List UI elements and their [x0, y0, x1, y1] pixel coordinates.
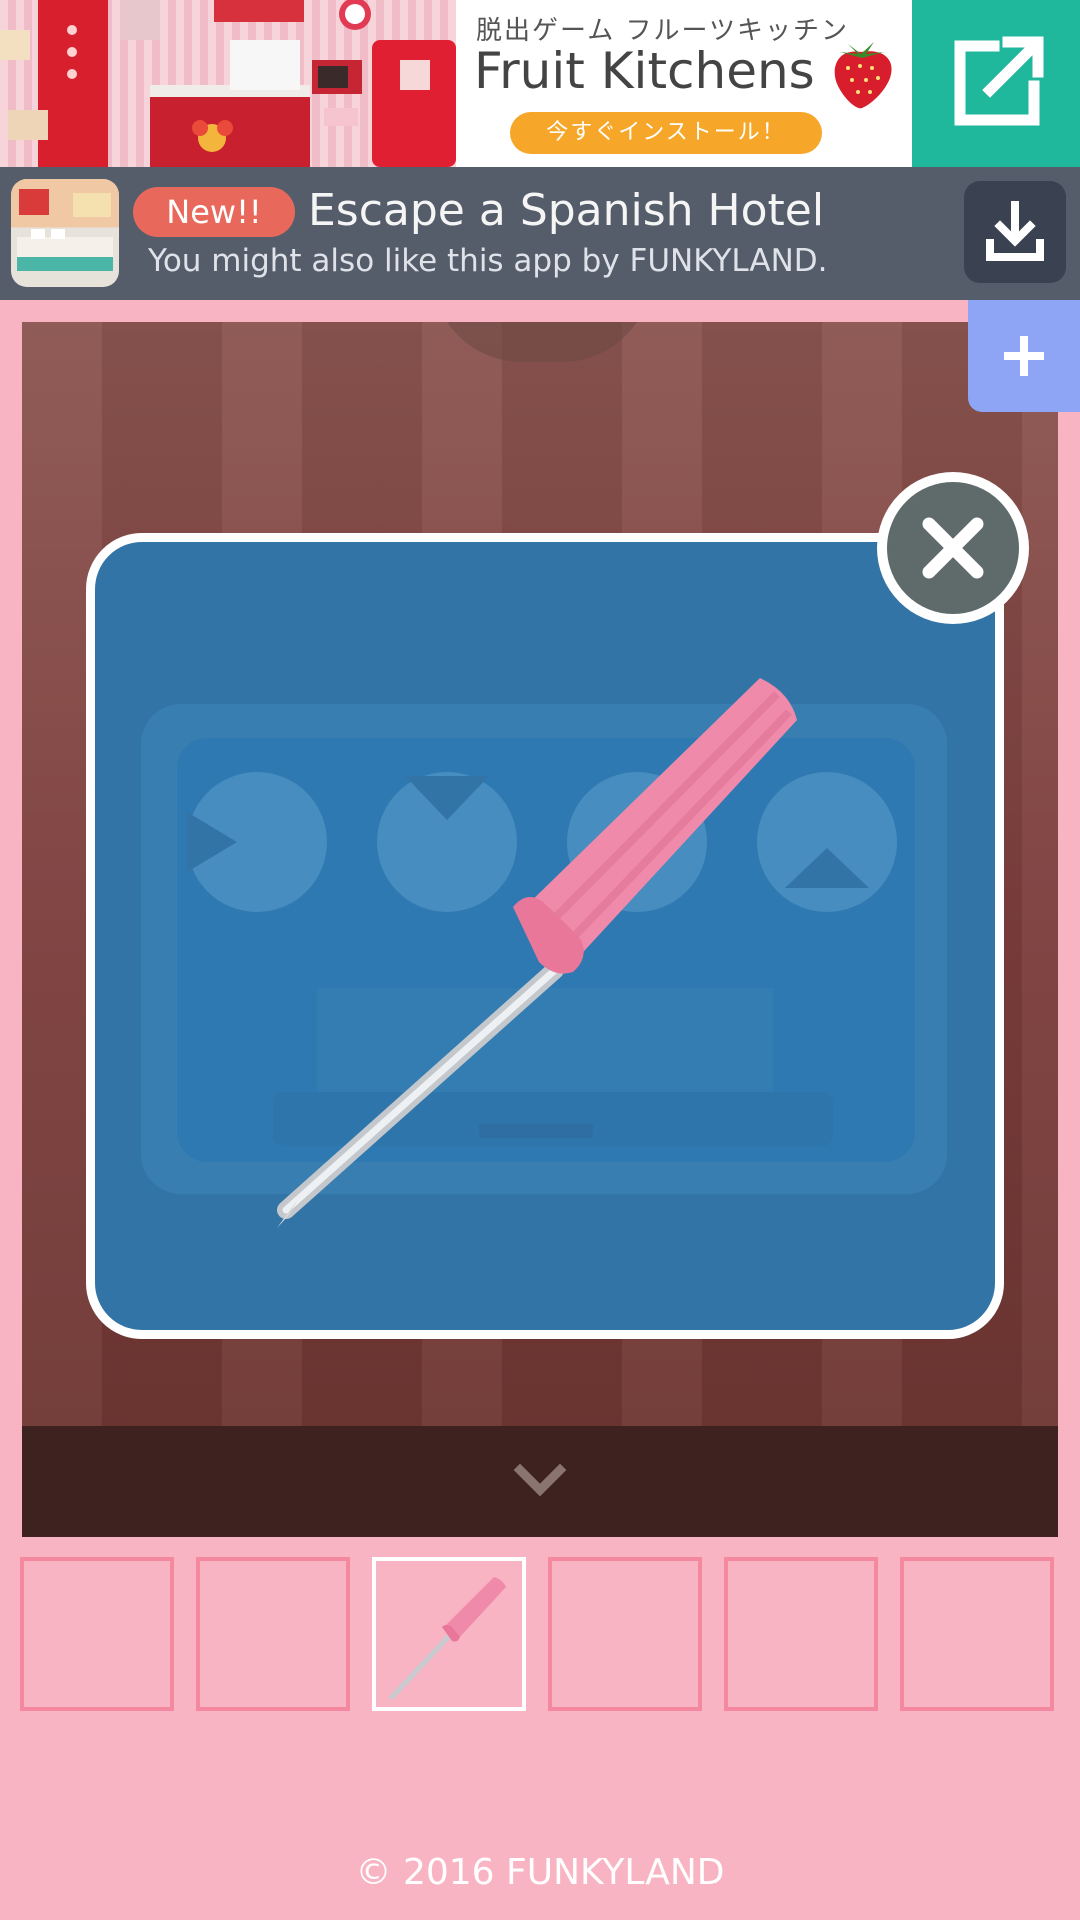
promo-app-thumbnail[interactable]: [11, 179, 119, 287]
inventory-slot[interactable]: [724, 1557, 878, 1711]
external-link-icon: [954, 36, 1044, 126]
promo-download-button[interactable]: [964, 181, 1066, 283]
inventory-slot-selected[interactable]: [372, 1557, 526, 1711]
scene-bowl: [432, 322, 652, 362]
ad-title: Fruit Kitchens: [474, 42, 815, 100]
scene-back-bar[interactable]: [22, 1426, 1058, 1537]
plus-icon: [1004, 336, 1044, 376]
screwdriver-icon: [389, 1577, 506, 1700]
app-promo-bar[interactable]: New!! Escape a Spanish Hotel You might a…: [0, 167, 1080, 300]
new-badge: New!!: [133, 187, 295, 237]
promo-subtitle: You might also like this app by FUNKYLAN…: [148, 243, 828, 279]
item-zoom-modal: [86, 533, 1004, 1339]
inventory-slot[interactable]: [196, 1557, 350, 1711]
download-icon: [986, 201, 1044, 261]
inventory-slot[interactable]: [900, 1557, 1054, 1711]
inventory-slot[interactable]: [548, 1557, 702, 1711]
side-plus-tab[interactable]: [968, 300, 1080, 412]
ad-install-button[interactable]: 今すぐインストール！: [510, 112, 822, 154]
ad-kitchen-image[interactable]: [0, 0, 456, 167]
close-icon: [883, 478, 1023, 618]
ad-text-area[interactable]: 脱出ゲーム フルーツキッチン Fruit Kitchens 今すぐインストール！: [456, 0, 912, 167]
inventory-slot[interactable]: [20, 1557, 174, 1711]
zoomed-item-view: [141, 678, 947, 1228]
strawberry-icon: [834, 42, 892, 109]
chevron-down-icon[interactable]: [22, 1426, 1058, 1537]
promo-title[interactable]: Escape a Spanish Hotel: [308, 185, 824, 236]
ad-open-button[interactable]: [912, 0, 1080, 167]
top-banner-ad[interactable]: 脱出ゲーム フルーツキッチン Fruit Kitchens 今すぐインストール！: [0, 0, 1080, 167]
close-modal-button[interactable]: [877, 472, 1029, 624]
copyright-text: © 2016 FUNKYLAND: [355, 1852, 725, 1893]
